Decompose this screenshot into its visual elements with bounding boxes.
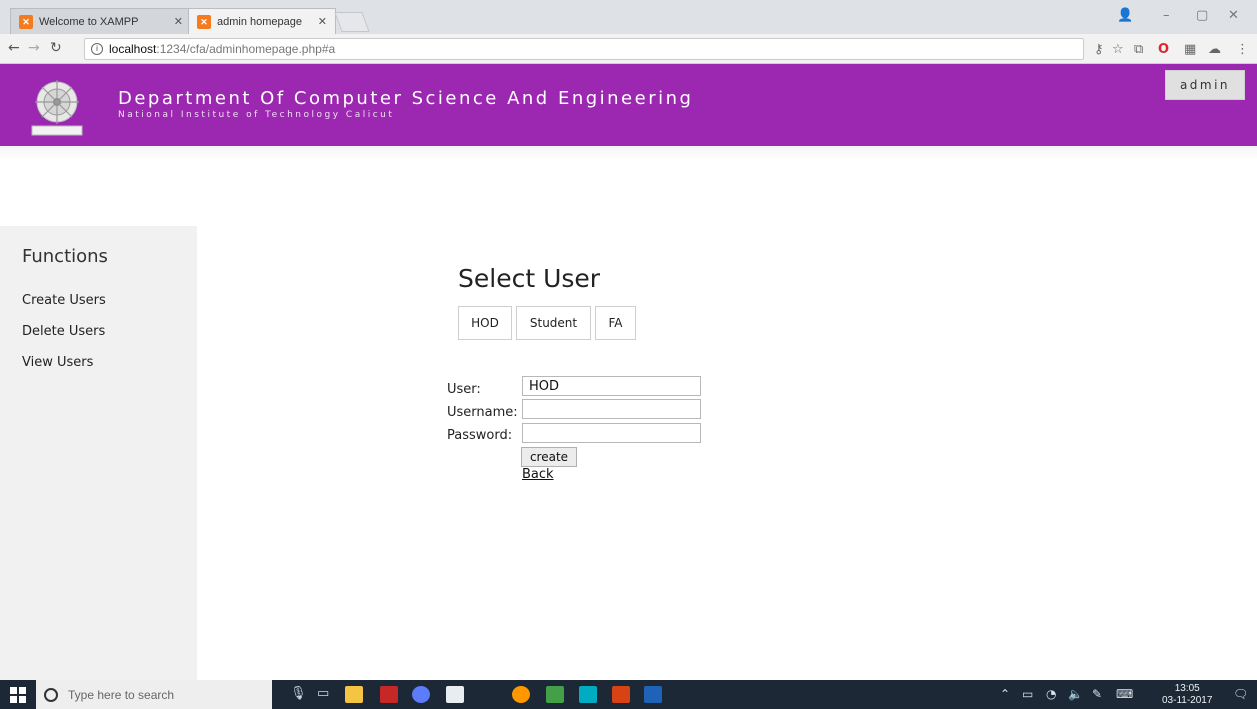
admin-account-button[interactable]: admin: [1165, 70, 1245, 100]
extension-cloud-icon[interactable]: ☁: [1208, 42, 1221, 57]
battery-icon[interactable]: ▭: [1022, 687, 1033, 701]
new-tab-button[interactable]: [334, 12, 370, 32]
volume-icon[interactable]: 🔈: [1068, 687, 1083, 701]
address-bar[interactable]: i localhost:1234/cfa/adminhomepage.php#a: [84, 38, 1084, 60]
user-type-hod-button[interactable]: HOD: [458, 306, 512, 340]
user-label: User:: [447, 382, 481, 397]
tab-title: admin homepage: [217, 15, 303, 28]
tab-welcome-to-xampp[interactable]: ✕ Welcome to XAMPP ✕: [10, 8, 192, 34]
sidebar-item-create-users[interactable]: Create Users: [22, 293, 106, 308]
chrome-taskbar-icon[interactable]: [512, 686, 530, 703]
maximize-icon[interactable]: ▢: [1196, 8, 1208, 23]
back-link[interactable]: Back: [522, 467, 554, 482]
windows-taskbar: Type here to search 🎙 ▭ ⌃ ▭ ◔ 🔈 ✎ ⌨ 13:0…: [0, 680, 1257, 709]
pen-icon[interactable]: ✎: [1092, 687, 1102, 701]
cast-icon[interactable]: ⧉: [1134, 42, 1143, 57]
file-explorer-icon[interactable]: [345, 686, 363, 703]
forward-arrow-icon[interactable]: →: [28, 40, 40, 56]
windows-start-icon[interactable]: [10, 687, 26, 703]
tab-close-icon[interactable]: ✕: [174, 15, 183, 28]
xampp-favicon-icon: ✕: [19, 14, 33, 29]
task-view-icon[interactable]: ▭: [317, 686, 329, 701]
back-arrow-icon[interactable]: ←: [8, 40, 20, 56]
browser-tab-strip: ✕ Welcome to XAMPP ✕ ✕ admin homepage ✕ …: [0, 0, 1257, 34]
microphone-icon[interactable]: 🎙: [290, 686, 307, 701]
institute-subtitle: National Institute of Technology Calicut: [118, 110, 395, 120]
notifications-icon[interactable]: 🗨: [1233, 687, 1248, 701]
user-type-fa-button[interactable]: FA: [595, 306, 636, 340]
taskbar-search-box[interactable]: Type here to search: [36, 680, 272, 709]
keyboard-icon[interactable]: ⌨: [1116, 687, 1133, 701]
wifi-icon[interactable]: ◔: [1046, 687, 1056, 701]
taskbar-clock[interactable]: 13:05 03-11-2017: [1162, 683, 1212, 707]
create-button[interactable]: create: [521, 447, 577, 467]
key-icon[interactable]: ⚷: [1094, 42, 1104, 57]
username-field[interactable]: [522, 399, 701, 419]
sidebar-title: Functions: [22, 246, 108, 267]
nit-calicut-logo-icon: [31, 80, 83, 136]
browser-app-icon[interactable]: [412, 686, 430, 703]
clock-date: 03-11-2017: [1162, 695, 1213, 706]
sidebar: Functions Create Users Delete Users View…: [0, 226, 197, 680]
password-field[interactable]: [522, 423, 701, 443]
taskbar-search-placeholder: Type here to search: [68, 687, 175, 702]
user-field[interactable]: [522, 376, 701, 396]
tray-chevron-up-icon[interactable]: ⌃: [1000, 687, 1010, 701]
page-title: Select User: [458, 264, 601, 293]
outlook-icon[interactable]: [579, 686, 597, 703]
mcafee-icon[interactable]: [380, 686, 398, 703]
browser-toolbar: ← → ↻ i localhost:1234/cfa/adminhomepage…: [0, 34, 1257, 64]
menu-kebab-icon[interactable]: ⋮: [1236, 42, 1249, 57]
site-header: Department Of Computer Science And Engin…: [0, 64, 1257, 146]
opera-icon[interactable]: O: [1158, 42, 1169, 57]
tab-admin-homepage[interactable]: ✕ admin homepage ✕: [188, 8, 336, 34]
publisher-icon[interactable]: [546, 686, 564, 703]
tab-title: Welcome to XAMPP: [39, 15, 139, 28]
close-window-icon[interactable]: ✕: [1228, 8, 1239, 23]
sidebar-item-view-users[interactable]: View Users: [22, 355, 93, 370]
user-type-student-button[interactable]: Student: [516, 306, 591, 340]
header-divider: [0, 146, 1257, 160]
profile-icon[interactable]: 👤: [1117, 8, 1133, 23]
password-label: Password:: [447, 428, 513, 443]
mail-icon[interactable]: [446, 686, 464, 703]
url-path: :1234/cfa/adminhomepage.php#a: [156, 42, 336, 56]
clock-time: 13:05: [1174, 683, 1200, 694]
cortana-icon: [44, 687, 58, 702]
department-title: Department Of Computer Science And Engin…: [118, 88, 694, 109]
bookmark-star-icon[interactable]: ☆: [1112, 42, 1124, 57]
sidebar-item-delete-users[interactable]: Delete Users: [22, 324, 105, 339]
url-host: localhost: [109, 42, 157, 56]
xampp-favicon-icon: ✕: [197, 14, 211, 29]
powerpoint-icon[interactable]: [612, 686, 630, 703]
word-icon[interactable]: [644, 686, 662, 703]
reload-icon[interactable]: ↻: [50, 40, 62, 56]
extension-icon[interactable]: ▦: [1184, 42, 1196, 57]
username-label: Username:: [447, 405, 518, 420]
site-info-icon[interactable]: i: [91, 43, 103, 55]
minimize-icon[interactable]: –: [1163, 8, 1170, 23]
tab-close-icon[interactable]: ✕: [318, 15, 327, 28]
